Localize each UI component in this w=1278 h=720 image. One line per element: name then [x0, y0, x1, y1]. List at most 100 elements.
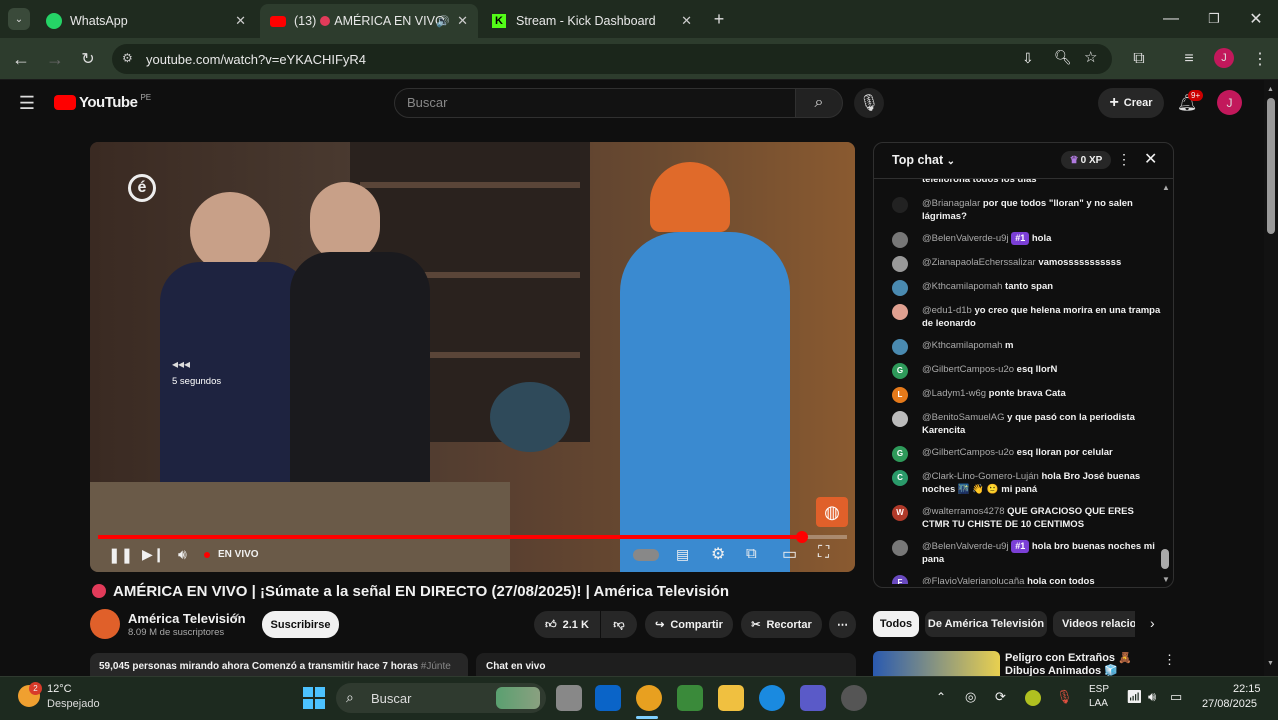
- chat-avatar[interactable]: L: [892, 387, 908, 403]
- keyboard-layout[interactable]: LAA: [1089, 698, 1108, 709]
- tray-app-icon[interactable]: [1025, 690, 1041, 706]
- chrome-icon[interactable]: [636, 685, 662, 711]
- chat-author[interactable]: @Brianagalar: [922, 198, 983, 209]
- share-button[interactable]: ↪ Compartir: [645, 611, 733, 638]
- chat-author[interactable]: @Clark-Lino-Gomero-Luján: [922, 471, 1041, 482]
- close-window-icon[interactable]: ✕: [1245, 8, 1267, 30]
- zoom-icon[interactable]: 🔍︎: [1054, 49, 1072, 66]
- channel-name[interactable]: América Televisión: [128, 611, 246, 626]
- sync-icon[interactable]: ⟳: [995, 689, 1006, 705]
- hamburger-icon[interactable]: ☰: [16, 92, 38, 114]
- chat-scrollbar-thumb[interactable]: [1161, 549, 1169, 569]
- extensions-icon[interactable]: ⧉: [1128, 48, 1150, 70]
- chat-author[interactable]: @edu1-d1b: [922, 305, 974, 316]
- chat-message[interactable]: @Kthcamilapomah tanto span: [892, 280, 1162, 296]
- chat-message[interactable]: @BelenValverde-u9j #1 hola bro buenas no…: [892, 540, 1162, 566]
- volume-icon[interactable]: 🔊︎: [1148, 689, 1156, 705]
- chat-author[interactable]: @walterramos4278: [922, 506, 1007, 517]
- taskbar-search[interactable]: ⌕ Buscar: [336, 683, 546, 713]
- close-icon[interactable]: ✕: [457, 13, 468, 29]
- channel-avatar[interactable]: [90, 609, 120, 639]
- url-field[interactable]: ⚙ youtube.com/watch?v=eYKACHIFyR4 ⇩ 🔍︎ ☆: [112, 44, 1112, 74]
- clock-date[interactable]: 27/08/2025: [1202, 698, 1257, 710]
- chat-more-icon[interactable]: ⋮: [1117, 151, 1131, 168]
- page-scrollbar[interactable]: ▲ ▼: [1264, 80, 1278, 676]
- page-scrollbar-thumb[interactable]: [1267, 98, 1275, 234]
- minecraft-icon[interactable]: [677, 685, 703, 711]
- chip-channel[interactable]: De América Televisión: [925, 611, 1047, 637]
- progress-track[interactable]: [98, 535, 847, 539]
- chat-avatar[interactable]: [892, 304, 908, 320]
- microphone-icon[interactable]: 🎙︎: [1056, 689, 1073, 705]
- app-icon[interactable]: [841, 685, 867, 711]
- start-icon[interactable]: [303, 687, 325, 709]
- maximize-icon[interactable]: ❐: [1203, 8, 1225, 30]
- star-icon[interactable]: ☆: [1084, 48, 1097, 66]
- theater-icon[interactable]: ▭: [782, 544, 797, 564]
- chat-author[interactable]: @BenitoSamuelAG: [922, 412, 1007, 423]
- chat-message[interactable]: @edu1-d1b yo creo que helena morira en u…: [892, 304, 1162, 330]
- youtube-logo[interactable]: YouTube PE: [54, 93, 151, 111]
- chat-author[interactable]: @GilbertCampos-u2o: [922, 364, 1017, 375]
- back-icon[interactable]: ←: [10, 48, 32, 70]
- search-input[interactable]: Buscar: [394, 88, 796, 118]
- chat-message[interactable]: C @Clark-Lino-Gomero-Luján hola Bro José …: [892, 470, 1162, 496]
- chat-avatar[interactable]: [892, 411, 908, 427]
- chat-avatar[interactable]: [892, 232, 908, 248]
- settings-icon[interactable]: ⚙: [711, 544, 725, 564]
- chat-message[interactable]: L @Ladym1-w6g ponte brava Cata: [892, 387, 1162, 403]
- tab-search-icon[interactable]: ⌄: [8, 8, 30, 30]
- minimize-icon[interactable]: —: [1160, 8, 1182, 30]
- voice-search-icon[interactable]: 🎙︎: [854, 88, 884, 118]
- like-button[interactable]: 👍︎ 2.1 K: [534, 611, 600, 638]
- chat-avatar[interactable]: W: [892, 505, 908, 521]
- chat-avatar[interactable]: [892, 540, 908, 556]
- rec-more-icon[interactable]: ⋮: [1163, 652, 1176, 668]
- battery-icon[interactable]: ▭: [1170, 689, 1182, 705]
- edge-icon[interactable]: [759, 685, 785, 711]
- chat-avatar[interactable]: [892, 339, 908, 355]
- hashtag[interactable]: #Júnte: [421, 661, 451, 672]
- chat-avatar[interactable]: [892, 197, 908, 213]
- outlook-icon[interactable]: [595, 685, 621, 711]
- tab-kick[interactable]: K Stream - Kick Dashboard ✕: [482, 4, 702, 38]
- chat-author[interactable]: @FlavioValerianolucaña: [922, 576, 1027, 584]
- recommended-title[interactable]: Peligro con Extraños 🧸 Dibujos Animados …: [1005, 652, 1155, 678]
- subtitles-icon[interactable]: ▤: [676, 546, 689, 563]
- scroll-up-icon[interactable]: ▲: [1267, 86, 1274, 93]
- install-icon[interactable]: ⇩: [1022, 50, 1034, 67]
- autoplay-toggle[interactable]: [633, 549, 659, 561]
- chat-author[interactable]: @BelenValverde-u9j: [922, 541, 1011, 552]
- chat-message[interactable]: G @GilbertCampos-u2o esq llorN: [892, 363, 1162, 379]
- live-label[interactable]: EN VIVO: [218, 549, 259, 560]
- tab-whatsapp[interactable]: WhatsApp ✕: [36, 4, 256, 38]
- chat-message[interactable]: @Kthcamilapomah m: [892, 339, 1162, 355]
- chat-avatar[interactable]: C: [892, 470, 908, 486]
- speaker-icon[interactable]: 🔊: [436, 15, 450, 28]
- media-icon[interactable]: ≡: [1178, 48, 1200, 70]
- scroll-up-icon[interactable]: ▲: [1162, 183, 1170, 192]
- chat-author[interactable]: @Ladym1-w6g: [922, 388, 989, 399]
- chat-author[interactable]: @BelenValverde-u9j: [922, 233, 1011, 244]
- next-icon[interactable]: ▶❙: [142, 546, 165, 563]
- fullscreen-icon[interactable]: ⛶: [818, 544, 829, 562]
- subscribe-button[interactable]: Suscribirse: [262, 611, 339, 638]
- task-view-icon[interactable]: [556, 685, 582, 711]
- chat-avatar[interactable]: [892, 280, 908, 296]
- chip-all[interactable]: Todos: [873, 611, 919, 637]
- close-icon[interactable]: ✕: [681, 13, 692, 29]
- chat-message[interactable]: telellorona todos los dias: [892, 179, 1162, 186]
- menu-icon[interactable]: ⋮: [1250, 48, 1270, 70]
- chat-author[interactable]: @ZianapaolaEcherssalizar: [922, 257, 1038, 268]
- chat-message[interactable]: G @GilbertCampos-u2o esq lloran por celul…: [892, 446, 1162, 462]
- dislike-button[interactable]: 👎︎: [601, 611, 637, 638]
- chevron-right-icon[interactable]: ›: [1150, 615, 1155, 631]
- forward-icon[interactable]: →: [44, 48, 66, 70]
- clip-button[interactable]: ✂ Recortar: [741, 611, 822, 638]
- chat-message[interactable]: @ZianapaolaEcherssalizar vamosssssssssss: [892, 256, 1162, 272]
- chat-message[interactable]: F @FlavioValerianolucaña hola con todos: [892, 575, 1162, 584]
- chat-message[interactable]: @BelenValverde-u9j #1 hola: [892, 232, 1162, 248]
- close-icon[interactable]: ✕: [235, 13, 246, 29]
- chip-related[interactable]: Videos relacion: [1053, 611, 1135, 637]
- more-actions-icon[interactable]: ⋯: [829, 611, 856, 638]
